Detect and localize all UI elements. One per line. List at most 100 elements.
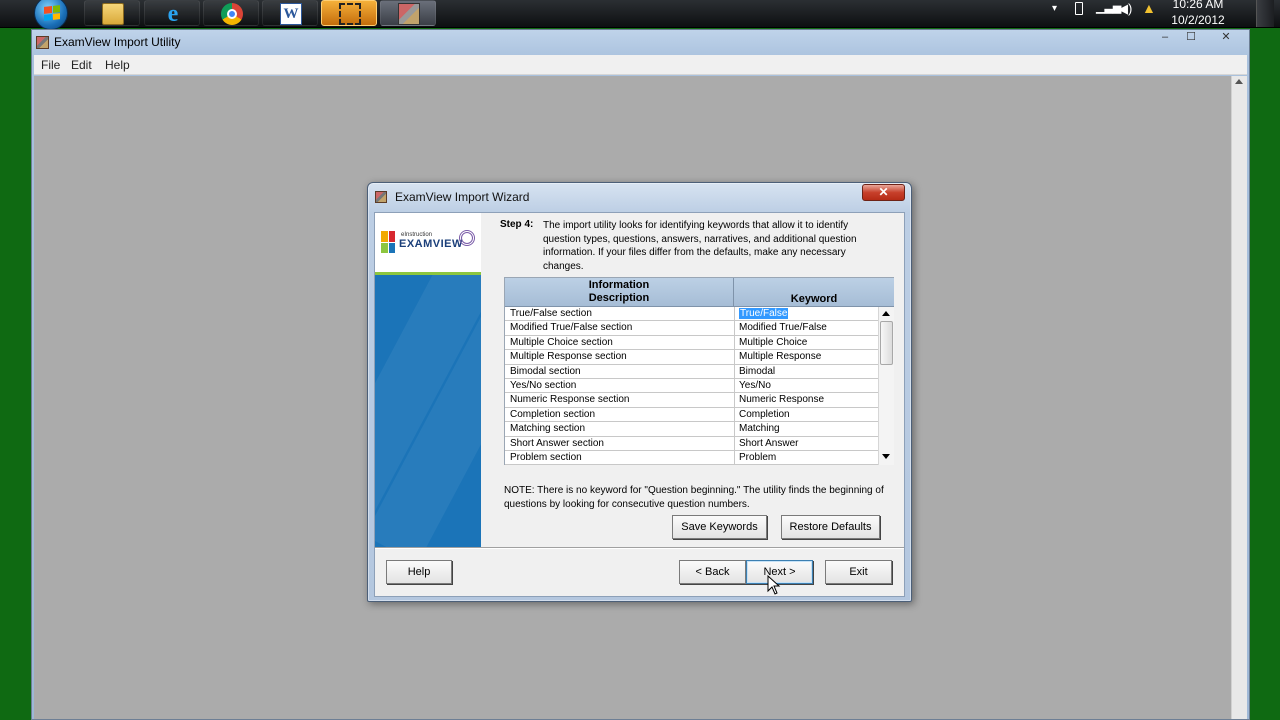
window-title: ExamView Import Utility bbox=[54, 35, 181, 49]
keyword-cell[interactable]: True/False bbox=[739, 308, 789, 319]
wizard-body: eInstruction EXAMVIEW Step 4: The import… bbox=[374, 212, 905, 597]
internet-explorer-icon: e bbox=[167, 1, 179, 27]
note-text: NOTE: There is no keyword for "Question … bbox=[504, 485, 884, 510]
word-icon: W bbox=[280, 3, 302, 25]
clock[interactable]: 10:26 AM 10/2/2012 bbox=[1160, 0, 1236, 28]
keyword-text[interactable]: Completion bbox=[739, 409, 790, 420]
logo-swirl-icon bbox=[459, 230, 475, 246]
keyword-cell[interactable]: Yes/No bbox=[739, 380, 771, 391]
scroll-up-icon[interactable] bbox=[1235, 79, 1243, 84]
keyword-cell[interactable]: Completion bbox=[739, 409, 790, 420]
header-info-line2: Description bbox=[588, 292, 650, 304]
description-cell: Multiple Choice section bbox=[510, 336, 613, 348]
snipping-tool-icon bbox=[339, 3, 361, 25]
snipping-tool-button[interactable] bbox=[321, 0, 377, 26]
menu-help[interactable]: Help bbox=[105, 58, 130, 72]
keyword-text[interactable]: Modified True/False bbox=[739, 322, 827, 333]
column-header-keyword[interactable]: Keyword bbox=[734, 278, 894, 307]
keyword-cell[interactable]: Multiple Choice bbox=[739, 337, 807, 348]
table-row[interactable]: True/False section True/False bbox=[505, 307, 878, 322]
wizard-title: ExamView Import Wizard bbox=[395, 190, 530, 204]
show-desktop-button[interactable] bbox=[1256, 0, 1274, 27]
table-row[interactable]: Numeric Response section Numeric Response bbox=[505, 393, 878, 408]
keyword-text[interactable]: Multiple Response bbox=[739, 351, 821, 362]
keyword-grid[interactable]: Information Description Keyword True/Fal… bbox=[504, 277, 894, 466]
keyword-cell[interactable]: Numeric Response bbox=[739, 394, 824, 405]
app-icon bbox=[36, 36, 49, 49]
keyword-text[interactable]: Short Answer bbox=[739, 438, 798, 449]
save-keywords-button[interactable]: Save Keywords bbox=[672, 515, 767, 539]
wizard-app-icon bbox=[375, 191, 387, 203]
description-cell: Numeric Response section bbox=[510, 394, 630, 406]
windows-explorer-button[interactable] bbox=[84, 0, 140, 26]
keyword-text[interactable]: Multiple Choice bbox=[739, 337, 807, 348]
clock-time: 10:26 AM bbox=[1172, 0, 1224, 11]
table-row[interactable]: Yes/No section Yes/No bbox=[505, 379, 878, 394]
description-cell: Short Answer section bbox=[510, 437, 604, 449]
examview-taskbar-button[interactable] bbox=[380, 0, 436, 26]
restore-defaults-button[interactable]: Restore Defaults bbox=[781, 515, 880, 539]
drive-icon[interactable]: ▲ bbox=[1142, 0, 1156, 16]
internet-explorer-button[interactable]: e bbox=[144, 0, 200, 26]
menu-file[interactable]: File bbox=[41, 58, 60, 72]
keyword-cell[interactable]: Problem bbox=[739, 452, 776, 463]
mouse-cursor-icon bbox=[767, 575, 781, 595]
maximize-button[interactable]: ☐ bbox=[1178, 30, 1204, 46]
back-button[interactable]: < Back bbox=[679, 560, 746, 584]
selected-keyword-text[interactable]: True/False bbox=[739, 308, 789, 319]
wizard-close-button[interactable]: ✕ bbox=[862, 184, 905, 201]
menu-edit[interactable]: Edit bbox=[71, 58, 92, 72]
keyword-cell[interactable]: Matching bbox=[739, 423, 780, 434]
description-cell: Bimodal section bbox=[510, 365, 581, 377]
column-header-description[interactable]: Information Description bbox=[505, 278, 734, 307]
table-row[interactable]: Modified True/False section Modified True… bbox=[505, 321, 878, 336]
word-button[interactable]: W bbox=[262, 0, 318, 26]
description-cell: Multiple Response section bbox=[510, 351, 627, 363]
table-row[interactable]: Problem section Problem bbox=[505, 451, 878, 466]
examview-logo: eInstruction EXAMVIEW bbox=[375, 213, 481, 275]
chevron-up-icon[interactable]: ▾ bbox=[1052, 3, 1057, 14]
description-cell: Yes/No section bbox=[510, 380, 577, 391]
step-label: Step 4: bbox=[500, 219, 534, 230]
keyword-cell[interactable]: Short Answer bbox=[739, 438, 798, 449]
volume-icon[interactable]: ◀) bbox=[1118, 1, 1132, 17]
help-button[interactable]: Help bbox=[386, 560, 452, 584]
keyword-cell[interactable]: Multiple Response bbox=[739, 351, 821, 362]
scroll-down-icon[interactable] bbox=[882, 454, 890, 459]
import-wizard-dialog: ExamView Import Wizard ✕ eInstruction EX… bbox=[367, 182, 912, 602]
header-info-line1: Information bbox=[588, 279, 650, 291]
battery-icon[interactable] bbox=[1075, 2, 1083, 15]
scroll-thumb[interactable] bbox=[880, 321, 893, 365]
minimize-button[interactable]: ‒ bbox=[1152, 30, 1178, 46]
table-row[interactable]: Bimodal section Bimodal bbox=[505, 365, 878, 379]
clock-date: 10/2/2012 bbox=[1171, 13, 1225, 27]
exit-button[interactable]: Exit bbox=[825, 560, 892, 584]
vertical-scrollbar[interactable] bbox=[1231, 76, 1247, 719]
keyword-text[interactable]: Yes/No bbox=[739, 380, 771, 391]
windows-logo-icon bbox=[44, 5, 60, 21]
logo-title: EXAMVIEW bbox=[399, 238, 463, 250]
menu-bar: File Edit Help bbox=[34, 55, 1247, 75]
close-button[interactable]: ✕ bbox=[1208, 30, 1244, 46]
description-cell: Completion section bbox=[510, 408, 596, 420]
keyword-cell[interactable]: Bimodal bbox=[739, 366, 775, 377]
keyword-text[interactable]: Bimodal bbox=[739, 366, 775, 377]
grid-scrollbar[interactable] bbox=[878, 307, 894, 465]
table-row[interactable]: Completion section Completion bbox=[505, 408, 878, 423]
scroll-up-icon[interactable] bbox=[882, 311, 890, 316]
keyword-text[interactable]: Matching bbox=[739, 423, 780, 434]
keyword-text[interactable]: Numeric Response bbox=[739, 394, 824, 405]
description-cell: True/False section bbox=[510, 308, 592, 319]
chrome-button[interactable] bbox=[203, 0, 259, 26]
table-row[interactable]: Multiple Response section Multiple Respon… bbox=[505, 350, 878, 365]
windows-explorer-icon bbox=[102, 3, 124, 25]
start-button[interactable] bbox=[34, 0, 68, 30]
table-row[interactable]: Matching section Matching bbox=[505, 422, 878, 437]
keyword-text[interactable]: Problem bbox=[739, 452, 776, 463]
step-description: The import utility looks for identifying… bbox=[543, 220, 857, 272]
keyword-cell[interactable]: Modified True/False bbox=[739, 322, 827, 333]
table-row[interactable]: Short Answer section Short Answer bbox=[505, 437, 878, 451]
table-row[interactable]: Multiple Choice section Multiple Choice bbox=[505, 336, 878, 351]
logo-blocks-icon bbox=[381, 231, 395, 253]
side-panel: eInstruction EXAMVIEW bbox=[375, 213, 481, 547]
